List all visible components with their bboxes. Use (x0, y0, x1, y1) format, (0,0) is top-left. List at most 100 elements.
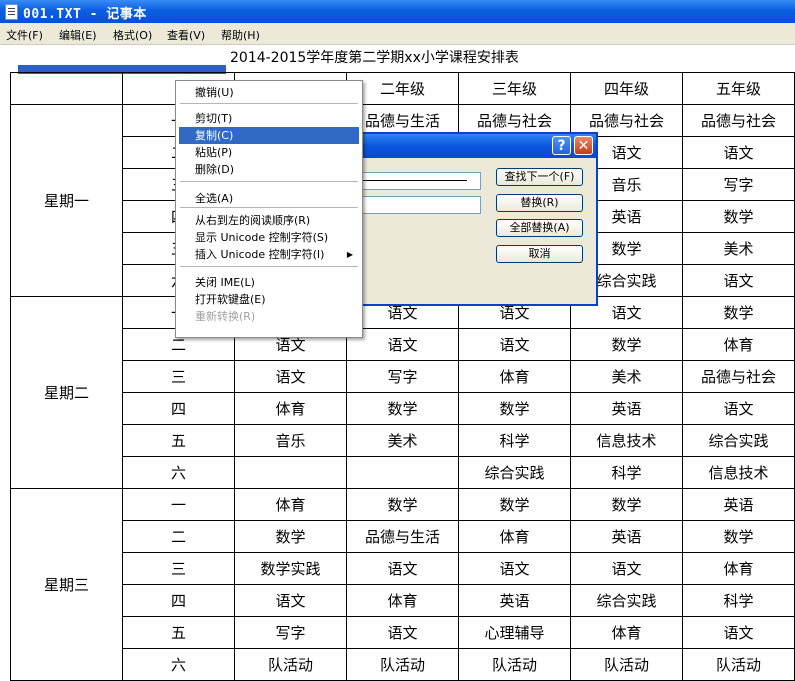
find-next-button[interactable]: 查找下一个(F) (496, 168, 583, 186)
subject-cell: 语文 (682, 392, 795, 425)
period-cell: 二 (122, 520, 235, 553)
replace-button[interactable]: 替换(R) (496, 194, 583, 212)
subject-cell: 心理辅导 (458, 616, 571, 649)
menu-item-label: 剪切(T) (195, 112, 233, 125)
subject-cell: 队活动 (346, 648, 459, 681)
context-menu-item[interactable]: 复制(C) (179, 127, 359, 144)
period-cell: 五 (122, 616, 235, 649)
table-row: 二数学 品德与生活 体育 英语 数学 (11, 520, 795, 553)
menu-item-label: 插入 Unicode 控制字符(I) (195, 248, 325, 261)
subject-cell: 数学 (682, 296, 795, 329)
close-button[interactable]: ✕ (574, 136, 593, 155)
help-button[interactable]: ? (552, 136, 571, 155)
menu-item-label: 重新转换(R) (195, 310, 256, 323)
menu-format[interactable]: 格式(O) (113, 27, 152, 43)
subject-cell: 数学 (458, 392, 571, 425)
subject-cell: 体育 (570, 616, 683, 649)
context-menu-item[interactable]: 关闭 IME(L) (179, 274, 359, 291)
subject-cell: 品德与社会 (682, 360, 795, 393)
menu-item-label: 打开软键盘(E) (195, 293, 266, 306)
subject-cell: 体育 (682, 328, 795, 361)
period-cell: 三 (122, 360, 235, 393)
replace-with-input[interactable] (360, 196, 481, 214)
subject-cell: 语文 (458, 552, 571, 585)
subject-cell: 数学 (682, 520, 795, 553)
context-menu-item[interactable]: 打开软键盘(E) (179, 291, 359, 308)
input-text-line (361, 180, 467, 181)
table-row: 五写字 语文 心理辅导 体育 语文 (11, 616, 795, 649)
subject-cell: 科学 (570, 456, 683, 489)
menu-item-label: 复制(C) (195, 129, 234, 142)
subject-cell: 体育 (234, 488, 347, 521)
subject-cell: 综合实践 (570, 584, 683, 617)
table-row: 三数学实践 语文 语文 语文 体育 (11, 552, 795, 585)
subject-cell: 信息技术 (682, 456, 795, 489)
menubar: 文件(F) 编辑(E) 格式(O) 查看(V) 帮助(H) (0, 23, 795, 45)
subject-cell: 队活动 (682, 648, 795, 681)
subject-cell: 数学实践 (234, 552, 347, 585)
find-what-input[interactable] (360, 172, 481, 190)
subject-cell: 语文 (234, 584, 347, 617)
context-menu-item: 重新转换(R) (179, 308, 359, 325)
table-row: 六 综合实践 科学 信息技术 (11, 456, 795, 489)
context-menu-item[interactable]: 粘贴(P) (179, 144, 359, 161)
subject-cell (234, 456, 347, 489)
subject-cell: 语文 (682, 616, 795, 649)
subject-cell: 数学 (570, 328, 683, 361)
subject-cell: 语文 (458, 328, 571, 361)
context-menu: 撤销(U) 剪切(T) 复制(C) 粘贴(P) 删除(D) 全选(A) 从右到左的阅读顺序(… (175, 80, 363, 338)
subject-cell: 体育 (234, 392, 347, 425)
context-menu-item[interactable]: 插入 Unicode 控制字符(I) ▶ (179, 246, 359, 263)
subject-cell: 写字 (682, 168, 795, 201)
menu-view[interactable]: 查看(V) (167, 27, 205, 43)
subject-cell: 美术 (570, 360, 683, 393)
period-cell: 六 (122, 456, 235, 489)
submenu-arrow-icon: ▶ (346, 250, 353, 259)
subject-cell: 美术 (682, 232, 795, 265)
subject-cell: 语文 (234, 360, 347, 393)
replace-all-button[interactable]: 全部替换(A) (496, 219, 583, 237)
header-cell: 四年级 (570, 72, 683, 105)
dialog-titlebar[interactable]: ? ✕ (352, 134, 596, 158)
subject-cell: 语文 (346, 328, 459, 361)
header-cell: 三年级 (458, 72, 571, 105)
period-cell: 一 (122, 488, 235, 521)
context-menu-item[interactable]: 全选(A) (179, 190, 359, 207)
period-cell: 四 (122, 584, 235, 617)
table-row: 三语文 写字 体育 美术 品德与社会 (11, 360, 795, 393)
menu-help[interactable]: 帮助(H) (221, 27, 260, 43)
window-titlebar[interactable]: 001.TXT - 记事本 (0, 0, 795, 23)
menu-separator (180, 181, 358, 182)
cancel-button[interactable]: 取消 (496, 245, 583, 263)
menu-edit[interactable]: 编辑(E) (59, 27, 97, 43)
context-menu-item[interactable]: 撤销(U) (179, 84, 359, 101)
subject-cell: 写字 (346, 360, 459, 393)
header-cell: 二年级 (346, 72, 459, 105)
context-menu-item[interactable]: 剪切(T) (179, 110, 359, 127)
period-cell: 四 (122, 392, 235, 425)
subject-cell: 美术 (346, 424, 459, 457)
menu-separator (180, 103, 358, 104)
subject-cell: 体育 (458, 360, 571, 393)
subject-cell: 语文 (682, 136, 795, 169)
context-menu-item[interactable]: 从右到左的阅读顺序(R) (179, 212, 359, 229)
context-menu-item[interactable]: 显示 Unicode 控制字符(S) (179, 229, 359, 246)
subject-cell: 信息技术 (570, 424, 683, 457)
menu-separator (180, 207, 358, 208)
subject-cell: 数学 (458, 488, 571, 521)
menu-file[interactable]: 文件(F) (6, 27, 43, 43)
context-menu-item[interactable]: 删除(D) (179, 161, 359, 178)
menu-item-label: 关闭 IME(L) (195, 276, 255, 289)
menu-separator (180, 266, 358, 267)
table-row: 六队活动 队活动 队活动 队活动 队活动 (11, 648, 795, 681)
subject-cell: 英语 (570, 392, 683, 425)
table-row: 四语文 体育 英语 综合实践 科学 (11, 584, 795, 617)
subject-cell: 语文 (346, 616, 459, 649)
document-title: 2014-2015学年度第二学期xx小学课程安排表 (230, 50, 519, 66)
menu-item-label: 从右到左的阅读顺序(R) (195, 214, 311, 227)
replace-dialog[interactable]: ? ✕ 查找下一个(F) 替换(R) 全部替换(A) 取消 (352, 132, 598, 306)
subject-cell: 英语 (570, 520, 683, 553)
subject-cell: 数学 (682, 200, 795, 233)
subject-cell: 科学 (682, 584, 795, 617)
subject-cell (346, 456, 459, 489)
